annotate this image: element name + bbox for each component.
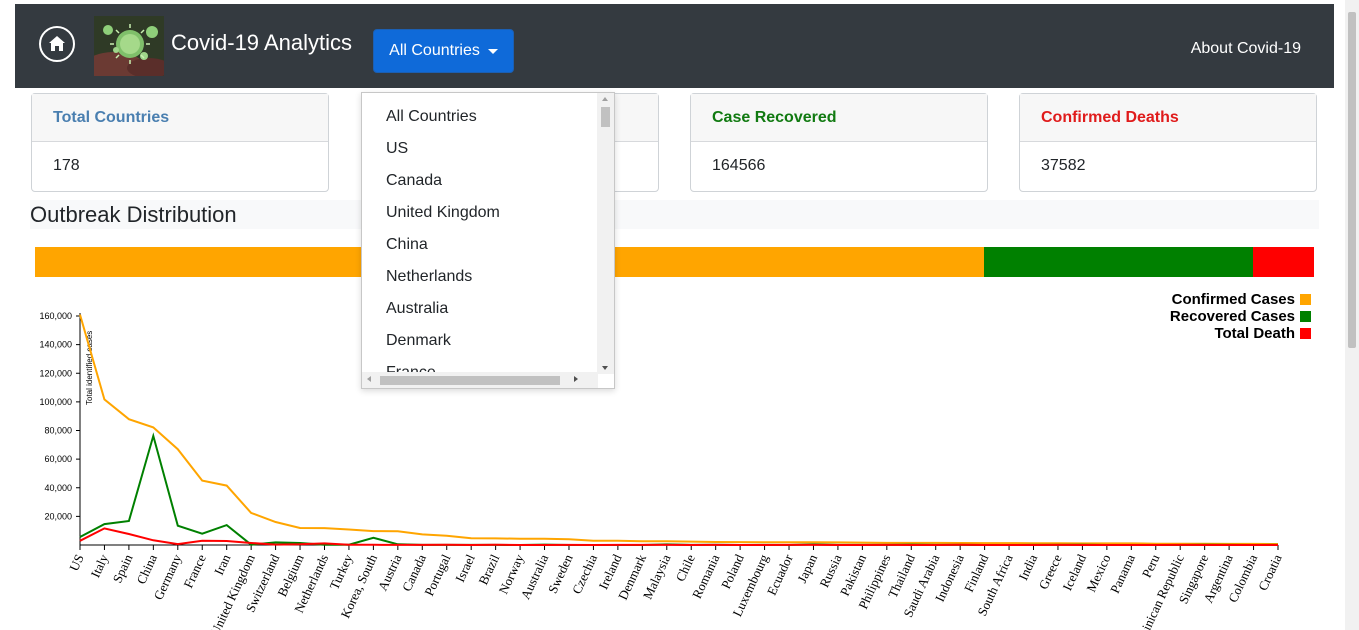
scroll-right-icon[interactable] — [574, 376, 578, 382]
country-option[interactable]: US — [362, 133, 598, 165]
y-tick-label: 160,000 — [39, 311, 72, 321]
y-tick-label: 140,000 — [39, 340, 72, 350]
x-tick-label: US — [66, 552, 87, 573]
y-tick-label: 80,000 — [44, 426, 72, 436]
country-dropdown-menu: All Countries US Canada United Kingdom C… — [361, 92, 615, 389]
series-line-confirmed-cases — [79, 314, 1279, 545]
chart-legend: Confirmed Cases Recovered Cases Total De… — [1170, 291, 1311, 342]
line-chart: 20,000 40,000 60,000 80,000 100,000 120,000 14… — [39, 311, 1284, 630]
dropdown-horizontal-scrollbar[interactable] — [362, 372, 598, 388]
legend-swatch — [1300, 294, 1311, 305]
country-option[interactable]: United Kingdom — [362, 197, 598, 229]
y-tick-label: 120,000 — [39, 368, 72, 378]
country-option[interactable]: China — [362, 229, 598, 261]
country-option[interactable]: Canada — [362, 165, 598, 197]
series-line-recovered-cases — [79, 432, 1279, 547]
x-tick-label: China — [133, 552, 160, 587]
x-tick-label: Spain — [110, 551, 136, 585]
page-scroll-thumb[interactable] — [1348, 12, 1356, 348]
scroll-left-icon[interactable] — [367, 376, 371, 382]
country-option[interactable]: Australia — [362, 293, 598, 325]
scroll-up-icon[interactable] — [602, 97, 608, 101]
page-scrollbar[interactable] — [1345, 0, 1359, 630]
country-option[interactable]: Netherlands — [362, 261, 598, 293]
y-tick-label: 40,000 — [44, 483, 72, 493]
y-tick-label: 20,000 — [44, 511, 72, 521]
x-tick-label: India — [1015, 552, 1040, 583]
y-tick-label: 60,000 — [44, 454, 72, 464]
x-tick-label: Israel — [452, 552, 478, 585]
legend-swatch — [1300, 328, 1311, 339]
dropdown-vertical-scrollbar[interactable] — [597, 93, 614, 374]
y-tick-label: 100,000 — [39, 397, 72, 407]
x-tick-label: Peru — [1139, 551, 1163, 579]
scroll-thumb[interactable] — [601, 107, 610, 127]
legend-item-death: Total Death — [1170, 325, 1311, 342]
country-list: All Countries US Canada United Kingdom C… — [362, 101, 598, 374]
country-option[interactable]: All Countries — [362, 101, 598, 133]
x-tick-label: Japan — [794, 551, 820, 585]
legend-swatch — [1300, 311, 1311, 322]
x-tick-label: Chile — [672, 552, 698, 584]
x-tick-label: Iran — [211, 551, 234, 577]
x-tick-label: France — [180, 552, 209, 591]
legend-item-recovered: Recovered Cases — [1170, 308, 1311, 325]
legend-item-confirmed: Confirmed Cases — [1170, 291, 1311, 308]
scroll-thumb[interactable] — [380, 376, 560, 385]
y-axis-label: Total identified cases — [85, 331, 94, 405]
country-option[interactable]: Denmark — [362, 325, 598, 357]
x-tick-label: Italy — [88, 551, 112, 579]
scroll-down-icon[interactable] — [602, 366, 608, 370]
